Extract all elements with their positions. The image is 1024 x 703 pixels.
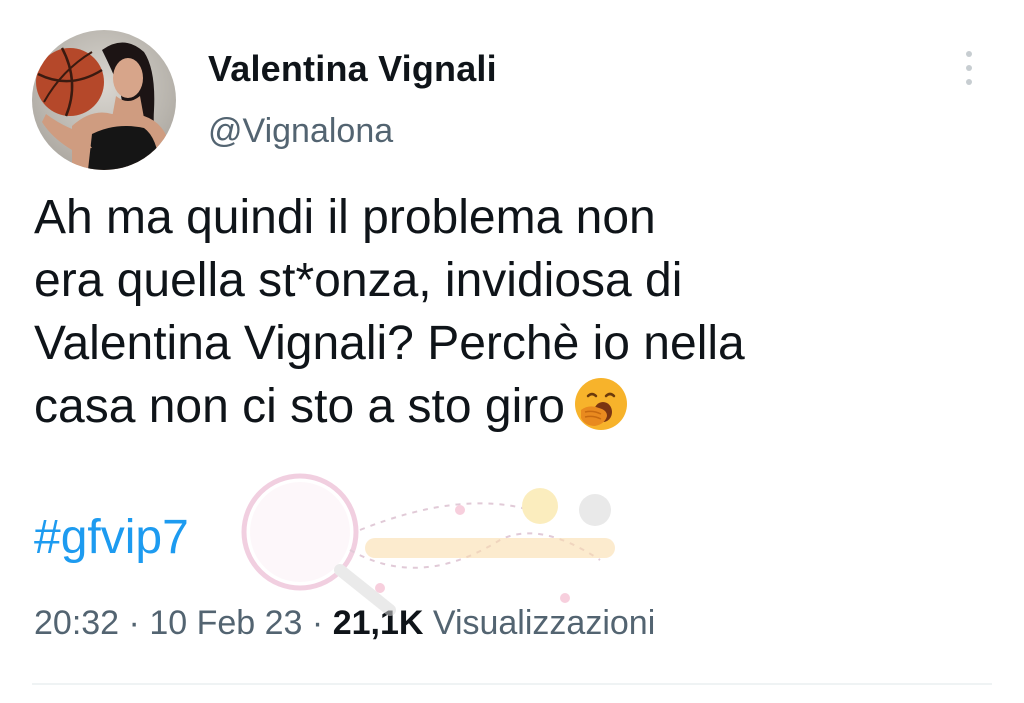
avatar[interactable]	[32, 30, 176, 170]
views-label[interactable]: Visualizzazioni	[433, 604, 655, 642]
tweet-text-line: Ah ma quindi il problema non	[34, 191, 656, 244]
magnifier-watermark-icon	[241, 473, 615, 616]
tweet-text-line: casa non ci sto a sto giro	[34, 380, 565, 433]
yawning-face-icon	[573, 376, 629, 432]
hashtag-link[interactable]: #gfvip7	[34, 510, 189, 565]
tweet-text-line: era quella st*onza, invidiosa di	[34, 254, 683, 307]
tweet-text-line: Valentina Vignali? Perchè io nella	[34, 317, 745, 370]
more-vertical-icon	[966, 51, 972, 85]
tweet-meta: 20:32 · 10 Feb 23 · 21,1K Visualizzazion…	[34, 604, 655, 643]
more-options-button[interactable]	[958, 46, 980, 90]
watermark-logo	[200, 470, 630, 620]
author-display-name[interactable]: Valentina Vignali	[208, 48, 497, 90]
meta-separator: ·	[311, 604, 324, 642]
tweet-text: Ah ma quindi il problema non era quella …	[34, 186, 994, 438]
meta-separator: ·	[128, 604, 140, 642]
profile-photo-icon	[36, 42, 168, 170]
author-handle[interactable]: @Vignalona	[208, 112, 393, 151]
tweet-card: Valentina Vignali @Vignalona Ah ma quind…	[0, 0, 1024, 703]
divider	[32, 683, 992, 685]
tweet-date[interactable]: 10 Feb 23	[149, 604, 302, 642]
views-count[interactable]: 21,1K	[333, 604, 424, 642]
tweet-time[interactable]: 20:32	[34, 604, 119, 642]
tweet-text-line-last: casa non ci sto a sto giro	[34, 375, 994, 438]
